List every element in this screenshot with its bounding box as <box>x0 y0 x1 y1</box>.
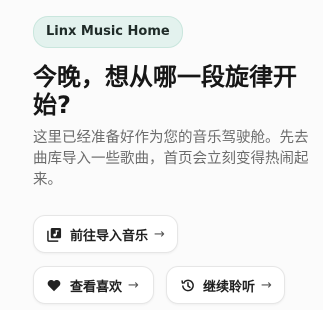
music-library-icon <box>46 226 62 242</box>
arrow-right-icon: → <box>128 277 139 293</box>
import-music-button[interactable]: 前往导入音乐 → <box>33 215 178 253</box>
import-music-label: 前往导入音乐 <box>70 228 149 244</box>
page-title: 今晚，想从哪一段旋律开始? <box>33 63 297 119</box>
continue-listening-label: 继续聆听 <box>203 279 256 295</box>
view-likes-button[interactable]: 查看喜欢 → <box>33 266 154 304</box>
arrow-right-icon: → <box>261 277 272 293</box>
home-card: Linx Music Home 今晚，想从哪一段旋律开始? 这里已经准备好作为您… <box>0 0 323 310</box>
view-likes-label: 查看喜欢 <box>70 279 123 295</box>
app-name-badge: Linx Music Home <box>33 16 183 48</box>
history-icon <box>179 277 195 293</box>
page-description: 这里已经准备好作为您的音乐驾驶舱。先去曲库导入一些歌曲，首页会立刻变得热闹起来。 <box>33 130 309 188</box>
arrow-right-icon: → <box>154 226 165 242</box>
continue-listening-button[interactable]: 继续聆听 → <box>166 266 285 304</box>
heart-icon <box>46 277 62 293</box>
